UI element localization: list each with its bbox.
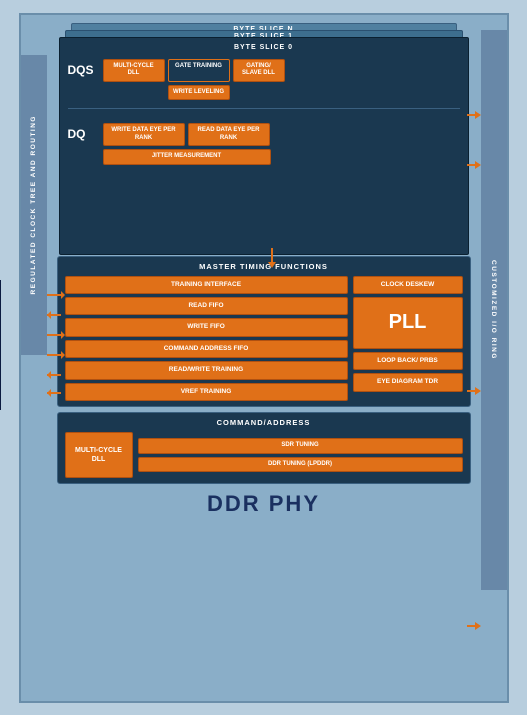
write-leveling-box: Write Leveling bbox=[168, 85, 230, 101]
training-interface-box: Training Interface bbox=[65, 276, 348, 294]
byte-slice-0-inner: DQS Multi-Cycle DLL Gate Training Gating… bbox=[68, 55, 460, 165]
right-arrow-svg bbox=[467, 385, 481, 397]
customized-label: Customized I/O Ring bbox=[490, 260, 497, 360]
master-timing-left: Training Interface Read FIFO Write FIFO … bbox=[65, 276, 348, 402]
mc-arrows-svg bbox=[47, 283, 65, 403]
ca-multi-cycle-dll-box: Multi-Cycle DLL bbox=[65, 432, 133, 478]
command-address-grid: Multi-Cycle DLL SDR Tuning DDR Tuning (L… bbox=[65, 432, 463, 478]
dqs-bottom-row: Write Leveling bbox=[103, 85, 285, 101]
gating-slave-dll-box: Gating/ Slave DLL bbox=[233, 59, 285, 82]
gate-training-box: Gate Training bbox=[168, 59, 230, 82]
outer-wrapper: Regulated Clock Tree and Routing Customi… bbox=[0, 0, 527, 715]
master-timing-section: Master Timing Functions Training Interfa… bbox=[57, 256, 471, 408]
master-timing-right: Clock Deskew PLL Loop Back/ PRBS Eye Dia… bbox=[353, 276, 463, 402]
vref-training-box: Vref Training bbox=[65, 383, 348, 401]
multi-cycle-dll-box: Multi-Cycle DLL bbox=[103, 59, 165, 82]
dq-bottom-row: Jitter Measurement bbox=[103, 149, 271, 165]
command-address-left: Multi-Cycle DLL bbox=[65, 432, 133, 478]
command-address-fifo-box: Command Address FIFO bbox=[65, 340, 348, 358]
byte-slice-stack: Byte Slice N Byte Slice 1 Byte Slice 0 D… bbox=[57, 23, 471, 251]
read-data-eye-box: Read Data Eye Per Rank bbox=[188, 123, 270, 146]
jitter-measurement-box: Jitter Measurement bbox=[103, 149, 271, 165]
master-timing-title: Master Timing Functions bbox=[65, 262, 463, 271]
eye-diagram-tdr-box: Eye Diagram TDR bbox=[353, 373, 463, 391]
bs-right-arrows-svg bbox=[467, 95, 481, 215]
dq-top-row: Write Data Eye Per Rank Read Data Eye Pe… bbox=[103, 123, 271, 146]
dq-row: DQ Write Data Eye Per Rank Read Data Eye… bbox=[68, 119, 460, 165]
command-address-title: Command/Address bbox=[65, 418, 463, 427]
memory-controller-block: Memory Controller bbox=[0, 280, 1, 410]
left-sidebar: Regulated Clock Tree and Routing bbox=[21, 55, 47, 355]
inner-blue-panel: Regulated Clock Tree and Routing Customi… bbox=[19, 13, 509, 703]
dqs-top-row: Multi-Cycle DLL Gate Training Gating/ Sl… bbox=[103, 59, 285, 82]
ddr-phy-title: DDR PHY bbox=[207, 491, 320, 517]
dqs-label: DQS bbox=[68, 55, 98, 77]
write-data-eye-box: Write Data Eye Per Rank bbox=[103, 123, 185, 146]
ca-right-arrow-svg bbox=[467, 620, 481, 632]
sdr-tuning-box: SDR Tuning bbox=[138, 438, 463, 454]
dq-label: DQ bbox=[68, 119, 98, 141]
pll-box: PLL bbox=[353, 297, 463, 349]
master-timing-grid: Training Interface Read FIFO Write FIFO … bbox=[65, 276, 463, 402]
read-fifo-box: Read FIFO bbox=[65, 297, 348, 315]
v-arrow-svg bbox=[266, 248, 278, 270]
right-sidebar: Customized I/O Ring bbox=[481, 30, 507, 590]
loop-back-prbs-box: Loop Back/ PRBS bbox=[353, 352, 463, 370]
command-address-right: SDR Tuning DDR Tuning (LPDDR) bbox=[138, 438, 463, 472]
write-fifo-box: Write FIFO bbox=[65, 318, 348, 336]
dqs-row: DQS Multi-Cycle DLL Gate Training Gating… bbox=[68, 55, 460, 101]
read-write-training-box: Read/Write Training bbox=[65, 361, 348, 379]
command-address-section: Command/Address Multi-Cycle DLL SDR Tuni… bbox=[57, 412, 471, 484]
clock-deskew-box: Clock Deskew bbox=[353, 276, 463, 294]
byte-slice-0-title: Byte Slice 0 bbox=[68, 42, 460, 51]
regulated-label: Regulated Clock Tree and Routing bbox=[30, 115, 37, 294]
ddr-tuning-box: DDR Tuning (LPDDR) bbox=[138, 457, 463, 473]
byte-slice-0: Byte Slice 0 DQS Multi-Cycle DLL Gate Tr… bbox=[59, 37, 469, 255]
